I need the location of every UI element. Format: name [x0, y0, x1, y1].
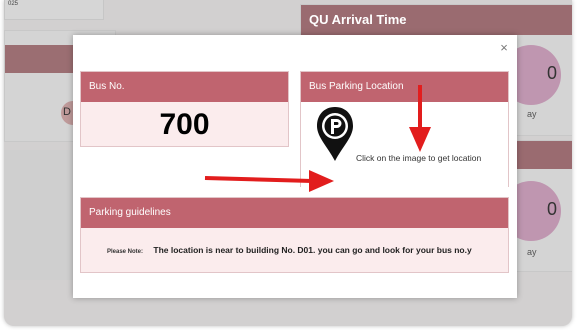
close-button[interactable]: × [497, 40, 511, 56]
arrival-count-text: 0 [547, 63, 558, 83]
parking-location-card: Bus Parking Location Click on the image … [300, 71, 509, 188]
bus-number-card: Bus No. 700 [80, 71, 289, 147]
bus-number-title: Bus No. [81, 72, 288, 102]
background-count-text-2: 0 [547, 199, 558, 219]
parking-pin-icon[interactable] [315, 106, 355, 162]
background-corner-text: 025 [8, 1, 19, 7]
bus-number-value: 700 [159, 108, 210, 141]
note-label: Please Note: [107, 249, 144, 255]
guidelines-body: Please Note: The location is near to bui… [81, 228, 508, 255]
parking-location-body: Click on the image to get location [301, 102, 508, 188]
bus-info-modal: × Bus No. 700 Bus Parking Location Click… [73, 35, 517, 298]
background-left-badge-text: D [63, 106, 71, 118]
arrival-day-text: ay [527, 109, 537, 119]
parking-guidelines-card: Parking guidelines Please Note: The loca… [80, 197, 509, 273]
parking-location-title: Bus Parking Location [301, 72, 508, 102]
background-top-field: 025 [4, 0, 104, 20]
note-text: The location is near to building No. D01… [153, 245, 472, 255]
location-hint-text: Click on the image to get location [356, 153, 482, 163]
arrival-time-title: QU Arrival Time [301, 5, 572, 35]
background-day-text-2: ay [527, 247, 537, 257]
parking-guidelines-title: Parking guidelines [81, 198, 508, 228]
